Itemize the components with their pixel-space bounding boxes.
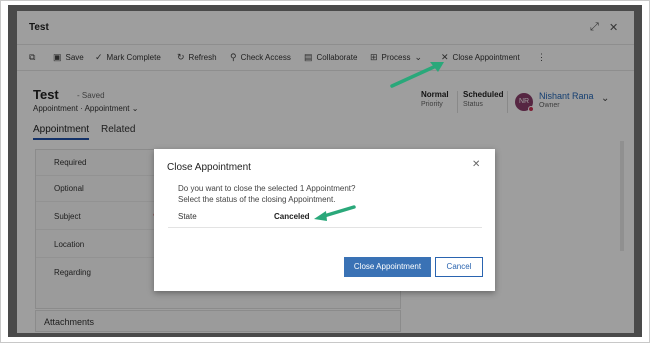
annotation-arrows [314,62,444,221]
arrow-to-close-appointment [390,62,444,88]
arrow-to-canceled-state [314,205,356,221]
